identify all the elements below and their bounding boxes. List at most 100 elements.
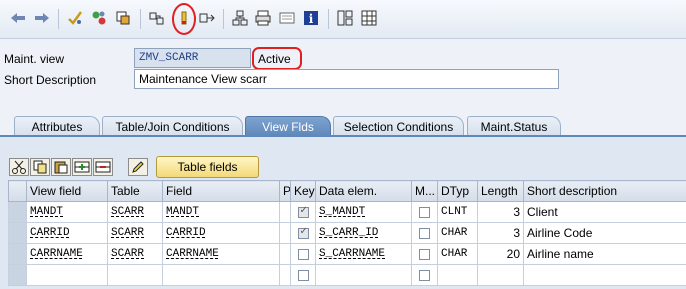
p-cell[interactable]: [279, 222, 291, 244]
short-description-label: Short Description: [4, 73, 97, 87]
short-description-cell: Airline Code: [523, 222, 686, 244]
table-icon[interactable]: [336, 9, 354, 27]
view-field-cell[interactable]: CARRNAME: [26, 243, 108, 265]
table-cell[interactable]: [107, 264, 163, 286]
navigate-icon[interactable]: [198, 9, 216, 27]
toolbar-separator: [328, 9, 329, 29]
key-cell[interactable]: [290, 222, 316, 244]
col-length[interactable]: Length: [477, 180, 524, 202]
table-cell[interactable]: SCARR: [107, 201, 163, 223]
where-used-icon[interactable]: [114, 9, 132, 27]
tab-selection-conditions[interactable]: Selection Conditions: [333, 116, 464, 136]
p-cell[interactable]: [279, 243, 291, 265]
display-object-list-icon[interactable]: [148, 9, 166, 27]
delete-row-icon[interactable]: [93, 158, 113, 176]
view-field-cell[interactable]: MANDT: [26, 201, 108, 223]
cut-icon[interactable]: [9, 158, 29, 176]
hierarchy-icon[interactable]: [231, 9, 249, 27]
print-icon[interactable]: [254, 9, 272, 27]
col-dtyp[interactable]: DTyp: [437, 180, 478, 202]
back-icon[interactable]: [9, 9, 27, 27]
data-elem-value: S_CARRNAME: [319, 248, 386, 260]
list-icon[interactable]: [278, 9, 296, 27]
col-mod[interactable]: M...: [411, 180, 438, 202]
field-value: CARRID: [166, 227, 206, 239]
tab-attributes[interactable]: Attributes: [14, 116, 100, 136]
key-checkbox[interactable]: [297, 226, 309, 239]
mod-checkbox[interactable]: [419, 206, 430, 218]
table-fields-button[interactable]: Table fields: [156, 156, 259, 178]
length-cell: 3: [477, 201, 524, 223]
col-view-field[interactable]: View field: [26, 180, 108, 202]
data-elem-cell[interactable]: [315, 264, 412, 286]
dtyp-cell: [437, 264, 478, 286]
row-selector-header[interactable]: [8, 180, 27, 202]
table-cell[interactable]: SCARR: [107, 222, 163, 244]
key-cell[interactable]: [290, 201, 316, 223]
data-elem-cell[interactable]: S_CARR_ID: [315, 222, 412, 244]
short-description-cell: Client: [523, 201, 686, 223]
row-selector[interactable]: [8, 264, 27, 286]
col-field[interactable]: Field: [162, 180, 280, 202]
col-key[interactable]: Key: [290, 180, 316, 202]
table-value: SCARR: [111, 206, 145, 218]
view-field-cell[interactable]: [26, 264, 108, 286]
view-field-value: CARRNAME: [30, 248, 83, 260]
field-cell[interactable]: CARRID: [162, 222, 280, 244]
short-description-input[interactable]: Maintenance View scarr: [134, 69, 559, 89]
forward-icon[interactable]: [33, 9, 51, 27]
row-selector[interactable]: [8, 222, 27, 244]
row-selector[interactable]: [8, 243, 27, 265]
grid-icon[interactable]: [360, 9, 378, 27]
key-checkbox[interactable]: [297, 205, 309, 218]
info-icon[interactable]: i: [302, 9, 320, 27]
dtyp-cell: CLNT: [437, 201, 478, 223]
pencil-icon[interactable]: [128, 158, 148, 176]
data-elem-value: S_MANDT: [319, 206, 366, 218]
copy-icon[interactable]: [30, 158, 50, 176]
key-cell[interactable]: [290, 264, 316, 286]
field-cell[interactable]: CARRNAME: [162, 243, 280, 265]
mod-cell[interactable]: [411, 222, 438, 244]
col-short-description[interactable]: Short description: [523, 180, 686, 202]
paste-icon[interactable]: [51, 158, 71, 176]
p-cell[interactable]: [279, 264, 291, 286]
field-value: CARRNAME: [166, 248, 219, 260]
check-icon[interactable]: [66, 9, 84, 27]
p-cell[interactable]: [279, 201, 291, 223]
mod-cell[interactable]: [411, 264, 438, 286]
key-checkbox[interactable]: [297, 269, 309, 281]
mod-cell[interactable]: [411, 201, 438, 223]
length-cell: 3: [477, 222, 524, 244]
toolbar-separator: [140, 9, 141, 29]
tab-view-flds[interactable]: View Flds: [245, 116, 331, 136]
svg-text:i: i: [309, 12, 314, 26]
tab-maint-status[interactable]: Maint.Status: [467, 116, 561, 136]
key-checkbox[interactable]: [297, 248, 309, 260]
maint-view-label: Maint. view: [4, 52, 65, 66]
toolbar-separator: [223, 9, 224, 29]
dtyp-cell: CHAR: [437, 222, 478, 244]
mod-cell[interactable]: [411, 243, 438, 265]
key-cell[interactable]: [290, 243, 316, 265]
col-p[interactable]: P: [279, 180, 291, 202]
toolbar-separator: [58, 9, 59, 29]
col-table[interactable]: Table: [107, 180, 163, 202]
mod-checkbox[interactable]: [419, 248, 430, 260]
data-elem-cell[interactable]: S_CARRNAME: [315, 243, 412, 265]
mod-checkbox[interactable]: [419, 227, 430, 239]
activate-icon[interactable]: [175, 9, 193, 27]
field-cell[interactable]: [162, 264, 280, 286]
other-object-icon[interactable]: [90, 9, 108, 27]
mod-checkbox[interactable]: [419, 269, 430, 281]
field-cell[interactable]: MANDT: [162, 201, 280, 223]
view-field-cell[interactable]: CARRID: [26, 222, 108, 244]
table-cell[interactable]: SCARR: [107, 243, 163, 265]
data-elem-cell[interactable]: S_MANDT: [315, 201, 412, 223]
col-data-elem[interactable]: Data elem.: [315, 180, 412, 202]
view-field-value: MANDT: [30, 206, 64, 218]
insert-row-icon[interactable]: [72, 158, 92, 176]
application-toolbar: i: [0, 0, 686, 39]
tab-table-join-conditions[interactable]: Table/Join Conditions: [102, 116, 243, 136]
row-selector[interactable]: [8, 201, 27, 223]
